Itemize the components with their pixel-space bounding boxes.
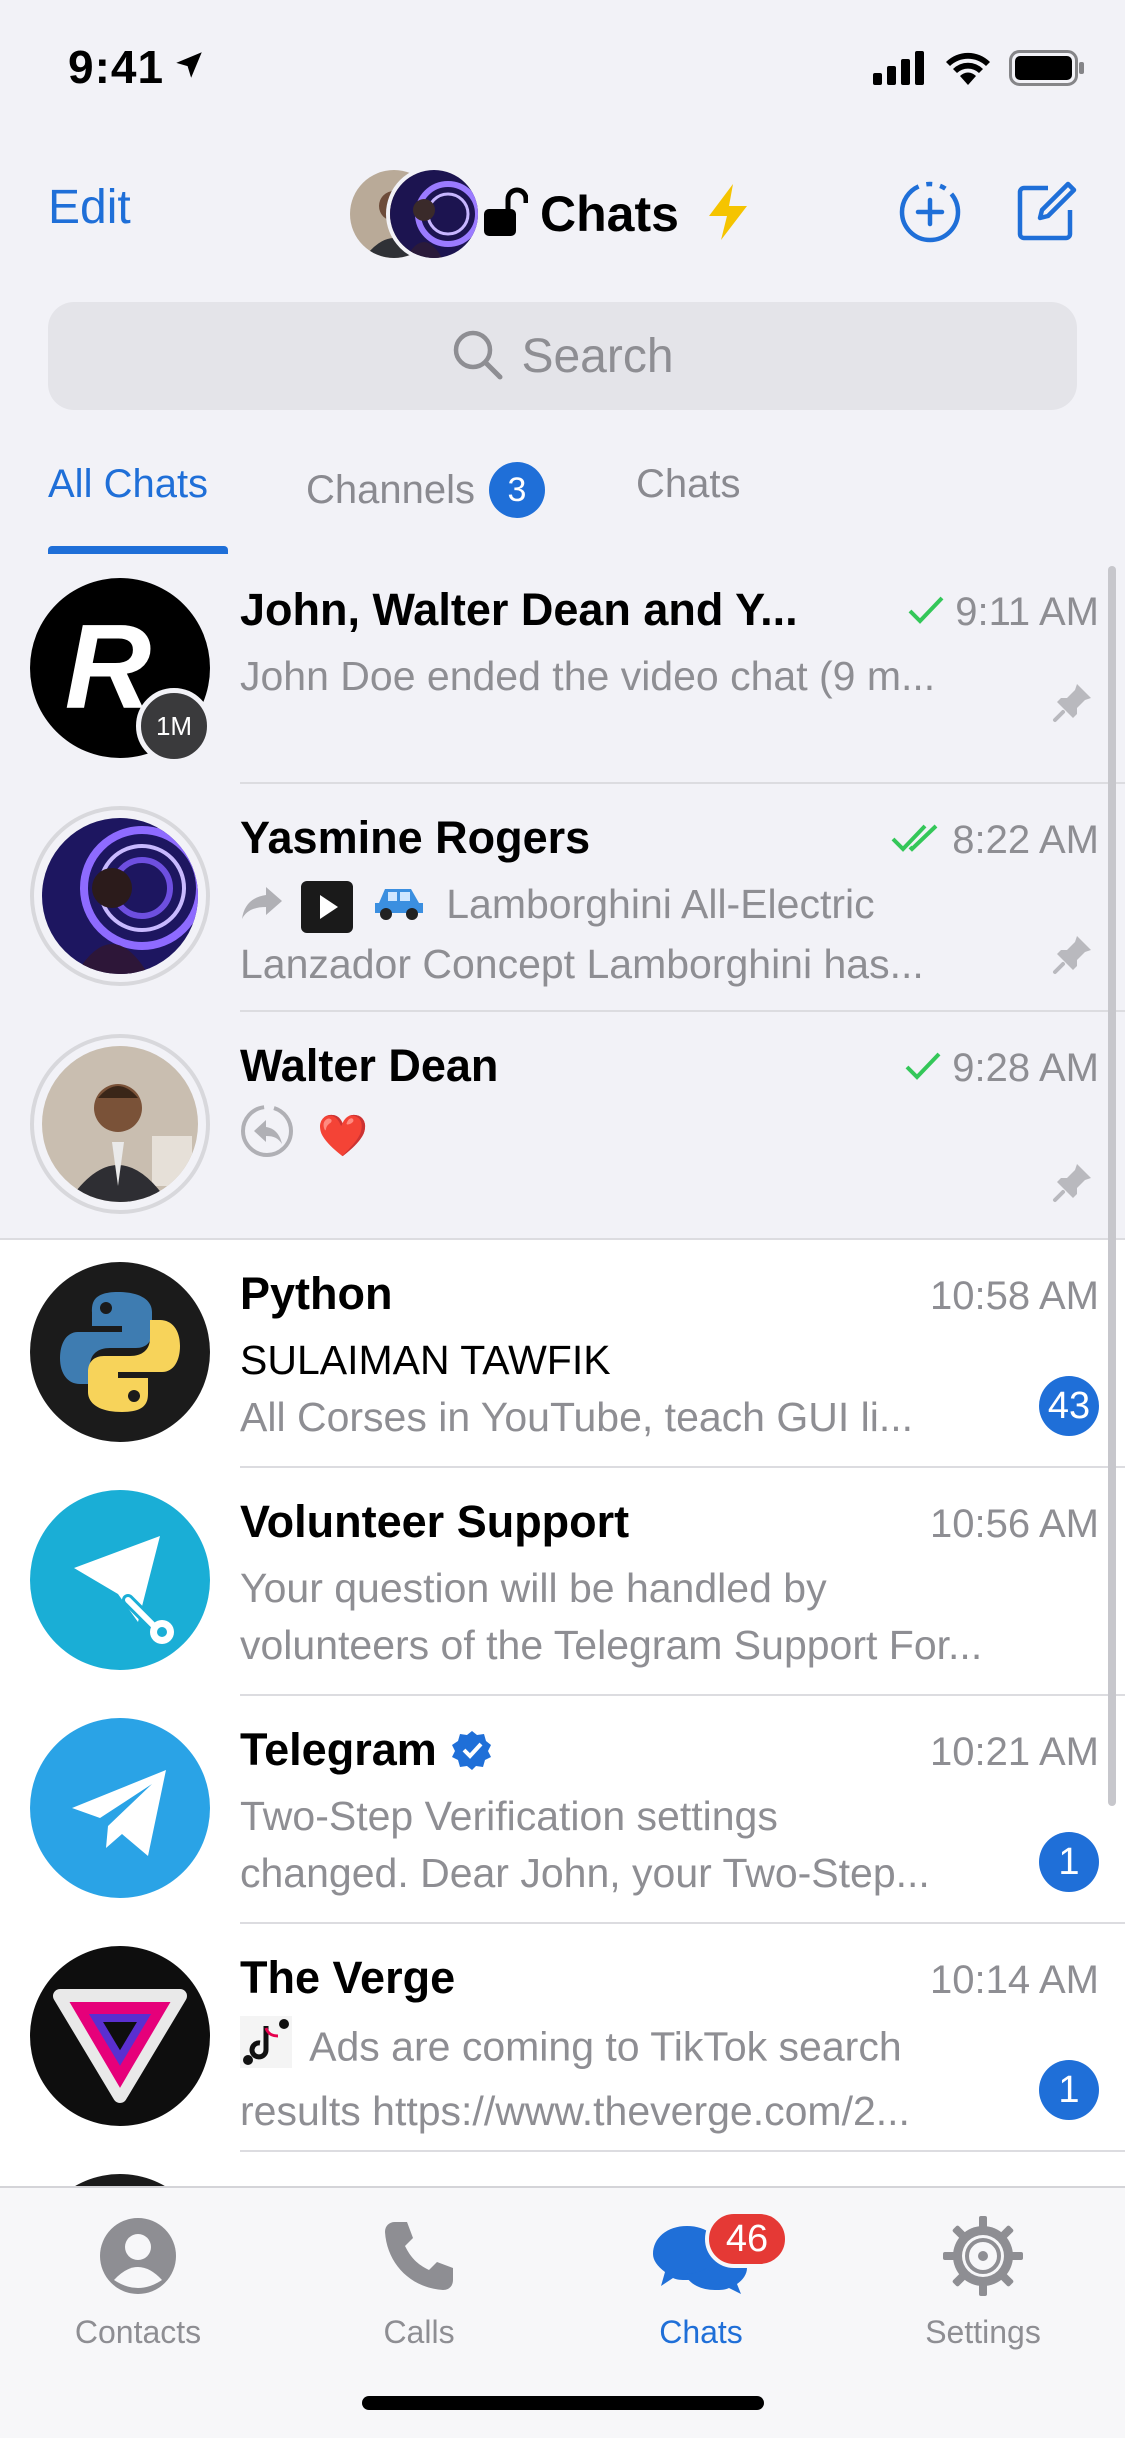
person-icon [38, 2206, 238, 2306]
car-emoji [371, 879, 427, 936]
channels-count-badge: 3 [489, 462, 546, 518]
read-check-icon [904, 1046, 942, 1091]
chat-time: 9:11 AM [907, 590, 1099, 635]
lightning-icon [703, 183, 753, 245]
active-tab-indicator [48, 546, 228, 554]
chat-row[interactable]: Walter Dean 9:28 AM ❤️ [0, 1012, 1125, 1240]
read-check-icon [907, 590, 945, 635]
status-icons [873, 50, 1085, 91]
tiktok-thumbnail-icon [240, 2016, 292, 2083]
tab-contacts[interactable]: Contacts [38, 2206, 238, 2351]
chat-row[interactable]: Volunteer Support 10:56 AM Your question… [0, 1468, 1125, 1696]
pin-icon [1051, 1160, 1095, 1209]
chat-list: R 1M John, Walter Dean and Y... 9:11 AM … [0, 556, 1125, 2354]
chat-time: 9:28 AM [904, 1046, 1099, 1091]
auto-delete-timer-badge: 1M [136, 688, 212, 764]
chats-unread-badge: 46 [705, 2210, 789, 2268]
chat-name: Walter Dean [240, 1040, 499, 1091]
story-avatars[interactable] [346, 166, 482, 262]
pin-icon [1051, 680, 1095, 729]
chat-row[interactable]: The Verge 10:14 AM Ads are coming to Tik… [0, 1924, 1125, 2152]
chat-time: 10:58 AM [929, 1274, 1099, 1318]
status-time: 9:41 [68, 41, 165, 93]
video-thumbnail-icon [301, 881, 354, 934]
chat-preview: ❤️ [240, 1104, 1080, 1173]
chat-time: 10:14 AM [929, 1958, 1099, 2002]
search-input[interactable]: Search [48, 302, 1077, 410]
compose-icon[interactable] [1014, 180, 1078, 249]
telegram-avatar [30, 1718, 210, 1898]
unread-count-badge: 43 [1039, 1376, 1099, 1436]
tab-chats-bar[interactable]: 46 Chats [601, 2206, 801, 2351]
message-sender: SULAIMAN TAWFIK [240, 1337, 611, 1383]
pin-icon [1051, 932, 1095, 981]
the-verge-avatar [30, 1946, 210, 2126]
search-icon [451, 328, 503, 385]
chat-preview: Two-Step Verification settings changed. … [240, 1793, 930, 1896]
chat-preview: SULAIMAN TAWFIK All Corses in YouTube, t… [240, 1332, 1080, 1446]
chat-time: 10:21 AM [929, 1730, 1099, 1774]
story-avatar-woman [386, 166, 482, 262]
chat-preview: John Doe ended the video chat (9 m... [240, 653, 936, 699]
chat-preview: Lamborghini All-Electric Lanzador Concep… [240, 876, 1080, 993]
phone-icon [319, 2206, 519, 2306]
page-title: Chats [540, 186, 679, 242]
chat-preview: Ads are coming to TikTok search results … [240, 2016, 1080, 2140]
chat-row[interactable]: Yasmine Rogers 8:22 AM Lamborghini All-E… [0, 784, 1125, 1012]
scrollbar[interactable] [1108, 566, 1116, 1806]
chat-time: 8:22 AM [890, 818, 1099, 863]
home-indicator[interactable] [362, 2396, 764, 2410]
chat-time: 10:56 AM [929, 1502, 1099, 1546]
tab-chats[interactable]: Chats [636, 462, 741, 507]
tab-settings[interactable]: Settings [883, 2206, 1083, 2351]
chat-name: The Verge [240, 1952, 456, 2003]
tab-all-chats[interactable]: All Chats [48, 462, 208, 507]
user-avatar [42, 818, 198, 974]
cellular-signal-icon [873, 51, 927, 90]
double-check-icon [890, 818, 942, 863]
edit-button[interactable]: Edit [48, 180, 131, 235]
python-avatar [30, 1262, 210, 1442]
unread-count-badge: 1 [1039, 1832, 1099, 1892]
chat-name: Python [240, 1268, 393, 1319]
unlocked-icon [484, 187, 529, 242]
chat-name: Telegram [240, 1724, 493, 1776]
search-placeholder: Search [521, 329, 674, 383]
chat-name: John, Walter Dean and Y... [240, 584, 798, 635]
chat-name: Yasmine Rogers [240, 812, 591, 863]
tab-calls[interactable]: Calls [319, 2206, 519, 2351]
chat-row[interactable]: R 1M John, Walter Dean and Y... 9:11 AM … [0, 556, 1125, 784]
title-group[interactable]: Chats [346, 166, 753, 262]
reply-icon [240, 1104, 294, 1173]
new-story-button[interactable] [898, 180, 962, 249]
wifi-icon [945, 51, 991, 90]
chat-row[interactable]: Python 10:58 AM SULAIMAN TAWFIK All Cors… [0, 1240, 1125, 1468]
chat-name: Volunteer Support [240, 1496, 630, 1547]
verified-icon [451, 1729, 493, 1771]
location-arrow-icon [172, 48, 206, 87]
forward-icon [240, 879, 284, 936]
user-avatar [42, 1046, 198, 1202]
tab-channels[interactable]: Channels 3 [306, 462, 546, 518]
volunteer-support-avatar [30, 1490, 210, 1670]
chat-preview: Your question will be handled by volunte… [240, 1565, 983, 1668]
gear-icon [883, 2206, 1083, 2306]
unread-count-badge: 1 [1039, 2060, 1099, 2120]
battery-icon [1009, 50, 1085, 91]
chat-row[interactable]: Telegram 10:21 AM Two-Step Verification … [0, 1696, 1125, 1924]
chat-folder-tabs: All Chats Channels 3 Chats [0, 456, 1125, 558]
